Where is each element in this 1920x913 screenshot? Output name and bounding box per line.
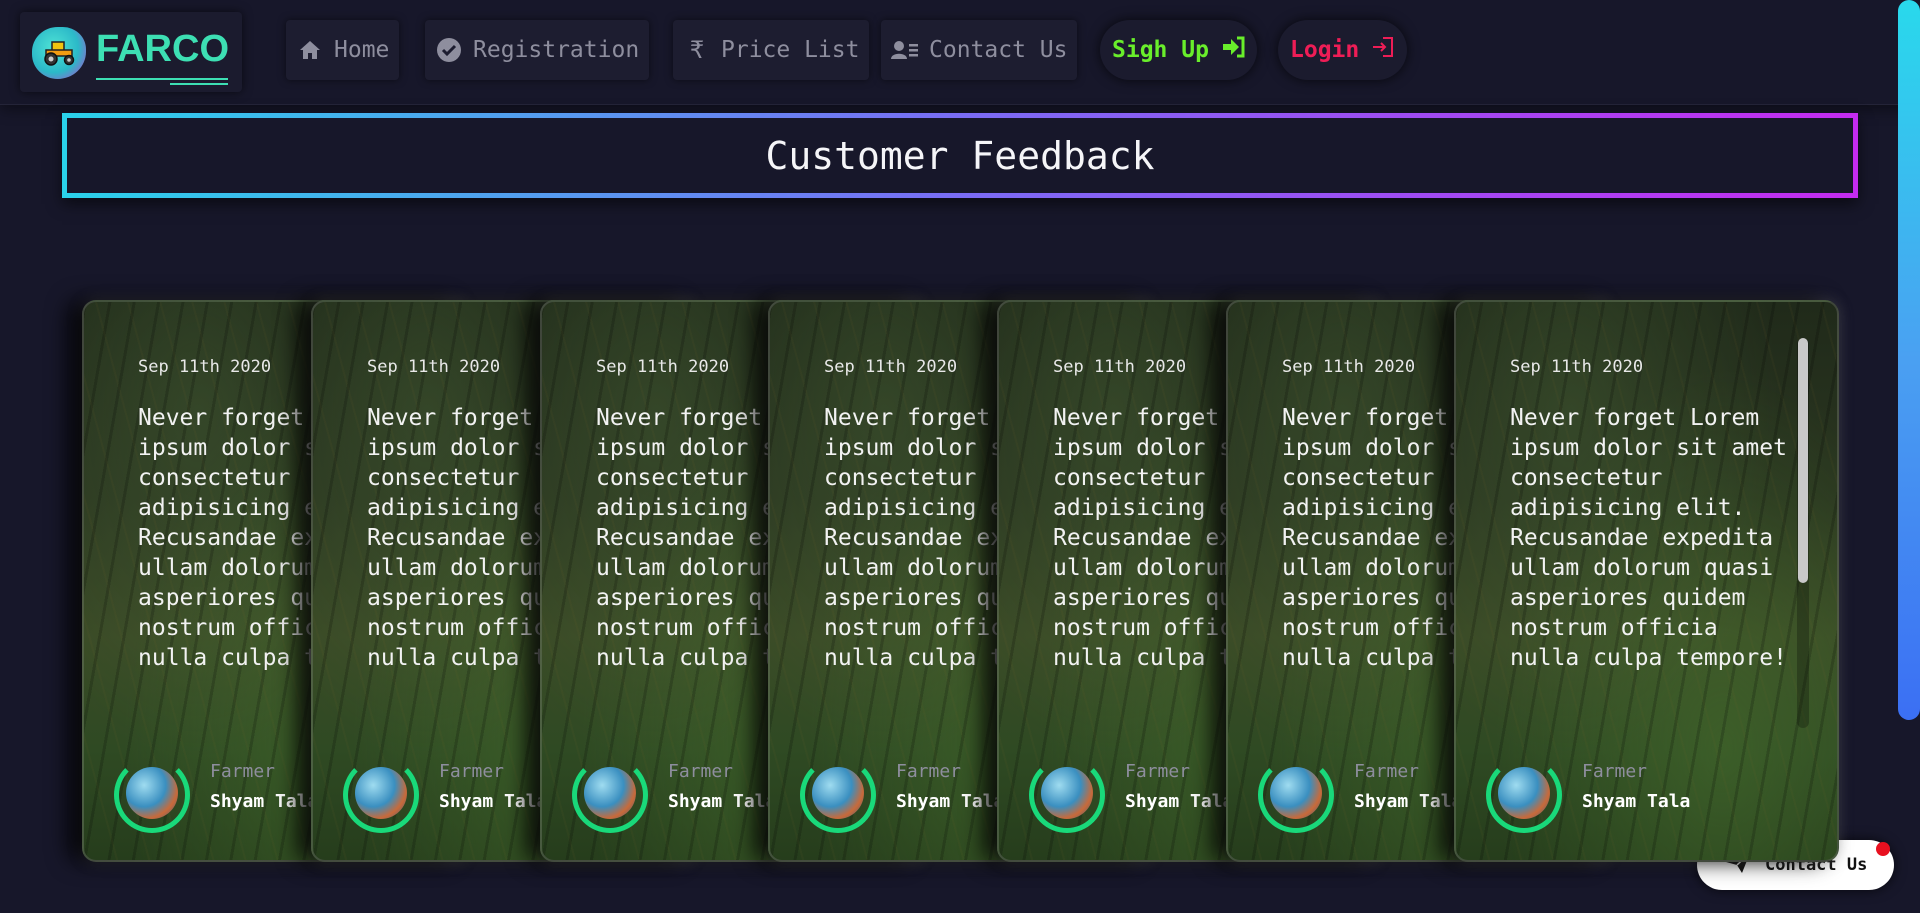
card-role: Farmer — [1582, 761, 1648, 782]
signup-button[interactable]: Sigh Up — [1100, 20, 1257, 80]
avatar — [114, 757, 190, 833]
section-title-box: Customer Feedback — [62, 113, 1858, 198]
card-quote: Never forget Lorem ipsum dolor sit amet … — [1510, 405, 1787, 671]
card-name: Shyam Tala — [1582, 791, 1691, 812]
card-date: Sep 11th 2020 — [138, 357, 272, 377]
avatar — [1029, 757, 1105, 833]
avatar-image — [812, 767, 864, 819]
card-name: Shyam Tala — [439, 791, 548, 812]
card-date: Sep 11th 2020 — [367, 357, 501, 377]
avatar-image — [1270, 767, 1322, 819]
brand-underline — [96, 78, 228, 80]
page-scrollbar[interactable] — [1898, 0, 1920, 720]
avatar — [343, 757, 419, 833]
card-date: Sep 11th 2020 — [1282, 357, 1416, 377]
feedback-carousel: Sep 11th 2020 Never forget Lorem ipsum d… — [0, 300, 1920, 870]
card-date: Sep 11th 2020 — [1053, 357, 1187, 377]
brand-logo-link[interactable]: FARCO — [20, 12, 242, 92]
nav-price-list-label: Price List — [721, 37, 860, 63]
avatar — [572, 757, 648, 833]
avatar-image — [355, 767, 407, 819]
card-name: Shyam Tala — [1354, 791, 1463, 812]
avatar-image — [1041, 767, 1093, 819]
card-date: Sep 11th 2020 — [1510, 357, 1644, 377]
brand-name: FARCO — [96, 28, 229, 70]
rupee-icon: ₹ — [689, 36, 705, 64]
login-button[interactable]: Login — [1278, 20, 1408, 80]
card-name: Shyam Tala — [1125, 791, 1234, 812]
avatar — [1486, 757, 1562, 833]
avatar — [800, 757, 876, 833]
avatar — [1258, 757, 1334, 833]
card-role: Farmer — [1354, 761, 1420, 782]
home-icon — [296, 36, 324, 64]
card-date: Sep 11th 2020 — [824, 357, 958, 377]
login-icon — [1371, 36, 1395, 64]
login-label: Login — [1290, 37, 1360, 63]
nav-registration-label: Registration — [473, 37, 640, 63]
nav-registration[interactable]: Registration — [425, 20, 650, 80]
contact-card-icon — [891, 36, 919, 64]
card-date: Sep 11th 2020 — [596, 357, 730, 377]
card-role: Farmer — [1125, 761, 1191, 782]
nav-contact-label: Contact Us — [929, 37, 1068, 63]
card-name: Shyam Tala — [896, 791, 1005, 812]
feedback-card: Sep 11th 2020 Never forget Lorem ipsum d… — [1454, 300, 1839, 862]
notification-dot — [1876, 842, 1890, 856]
card-role: Farmer — [210, 761, 276, 782]
avatar-image — [584, 767, 636, 819]
nav-price-list[interactable]: ₹ Price List — [673, 20, 870, 80]
sign-in-icon — [1221, 36, 1245, 64]
card-role: Farmer — [439, 761, 505, 782]
card-scrollbar[interactable] — [1797, 338, 1809, 728]
nav-home[interactable]: Home — [286, 20, 400, 80]
signup-label: Sigh Up — [1112, 37, 1209, 63]
card-scroll-thumb[interactable] — [1798, 338, 1808, 583]
tractor-icon — [32, 27, 86, 79]
brand-underline-accent — [170, 83, 228, 85]
card-name: Shyam Tala — [668, 791, 777, 812]
navbar: FARCO Home Registration ₹ Price List Con… — [0, 0, 1920, 105]
card-name: Shyam Tala — [210, 791, 319, 812]
card-role: Farmer — [668, 761, 734, 782]
avatar-image — [1498, 767, 1550, 819]
nav-contact[interactable]: Contact Us — [881, 20, 1078, 80]
nav-home-label: Home — [334, 37, 390, 63]
check-circle-icon — [435, 36, 463, 64]
card-role: Farmer — [896, 761, 962, 782]
section-title: Customer Feedback — [67, 118, 1853, 193]
avatar-image — [126, 767, 178, 819]
